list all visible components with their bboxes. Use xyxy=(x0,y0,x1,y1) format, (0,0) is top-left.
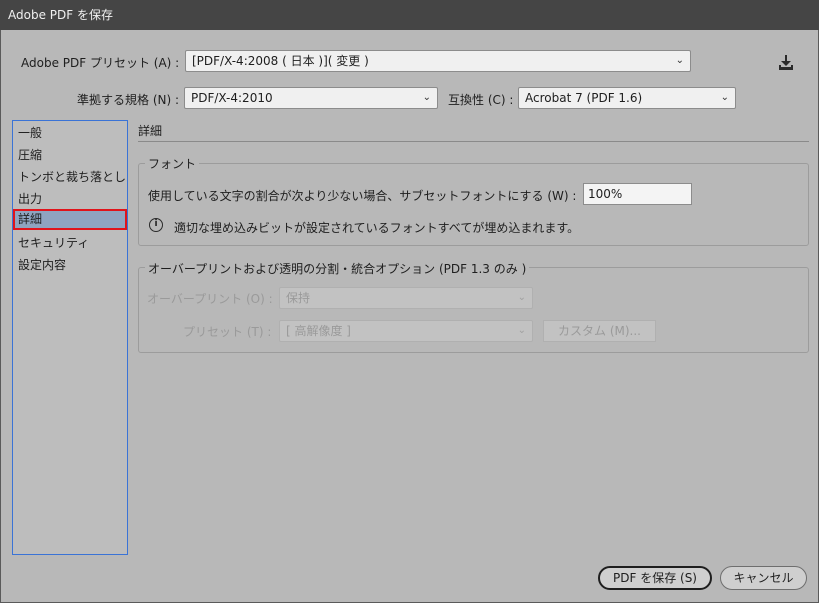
compat-select[interactable]: Acrobat 7 (PDF 1.6) ⌄ xyxy=(518,87,736,109)
chevron-down-icon: ⌄ xyxy=(675,55,684,66)
overprint-label: オーバープリント (O) : xyxy=(147,292,273,306)
chevron-down-icon: ⌄ xyxy=(422,92,431,103)
window-title: Adobe PDF を保存 xyxy=(0,0,819,30)
sidebar-item-security[interactable]: セキュリティ xyxy=(18,233,89,253)
dialog: Adobe PDF プリセット (A) : [PDF/X-4:2008 ( 日本… xyxy=(0,30,819,603)
cancel-button[interactable]: キャンセル xyxy=(720,566,807,590)
standard-value: PDF/X-4:2010 xyxy=(191,91,273,105)
compat-value: Acrobat 7 (PDF 1.6) xyxy=(525,91,643,105)
info-icon: i xyxy=(149,218,163,232)
preset-select[interactable]: [PDF/X-4:2008 ( 日本 )]( 変更 ) ⌄ xyxy=(185,50,691,72)
flattener-preset-value: [ 高解像度 ] xyxy=(286,324,351,338)
chevron-down-icon: ⌄ xyxy=(517,325,526,336)
info-text: 適切な埋め込みビットが設定されているフォントすべてが埋め込まれます。 xyxy=(174,221,580,235)
custom-button[interactable]: カスタム (M)... xyxy=(543,320,656,342)
save-pdf-button[interactable]: PDF を保存 (S) xyxy=(598,566,712,590)
flattener-preset-select[interactable]: [ 高解像度 ] ⌄ xyxy=(279,320,533,342)
flattener-preset-label: プリセット (T) : xyxy=(183,325,272,339)
chevron-down-icon: ⌄ xyxy=(517,292,526,303)
sidebar-item-output[interactable]: 出力 xyxy=(18,189,42,209)
chevron-down-icon: ⌄ xyxy=(720,92,729,103)
section-divider xyxy=(138,141,809,142)
subset-threshold-input[interactable]: 100% xyxy=(583,183,692,205)
preset-value: [PDF/X-4:2008 ( 日本 )]( 変更 ) xyxy=(192,54,369,68)
overprint-value: 保持 xyxy=(286,291,311,305)
sidebar-item-marks-bleeds[interactable]: トンボと裁ち落とし xyxy=(18,167,126,187)
sidebar-item-compression[interactable]: 圧縮 xyxy=(18,145,42,165)
sidebar-item-general[interactable]: 一般 xyxy=(18,123,42,143)
subset-label: 使用している文字の割合が次より少ない場合、サブセットフォントにする (W) : xyxy=(148,189,577,203)
compat-label: 互換性 (C) : xyxy=(448,93,514,107)
sidebar-item-advanced[interactable]: 詳細 xyxy=(13,209,127,230)
overprint-group-title: オーバープリントおよび透明の分割・統合オプション (PDF 1.3 のみ ) xyxy=(145,260,530,277)
fonts-group-title: フォント xyxy=(145,155,200,172)
standard-select[interactable]: PDF/X-4:2010 ⌄ xyxy=(184,87,438,109)
page-title: 詳細 xyxy=(138,124,163,138)
save-preset-icon[interactable] xyxy=(777,54,795,72)
sidebar-item-summary[interactable]: 設定内容 xyxy=(18,255,66,275)
standard-label: 準拠する規格 (N) : xyxy=(77,93,180,107)
overprint-select[interactable]: 保持 ⌄ xyxy=(279,287,533,309)
sidebar: 一般 圧縮 トンボと裁ち落とし 出力 詳細 セキュリティ 設定内容 xyxy=(12,120,128,555)
preset-label: Adobe PDF プリセット (A) : xyxy=(21,56,180,70)
